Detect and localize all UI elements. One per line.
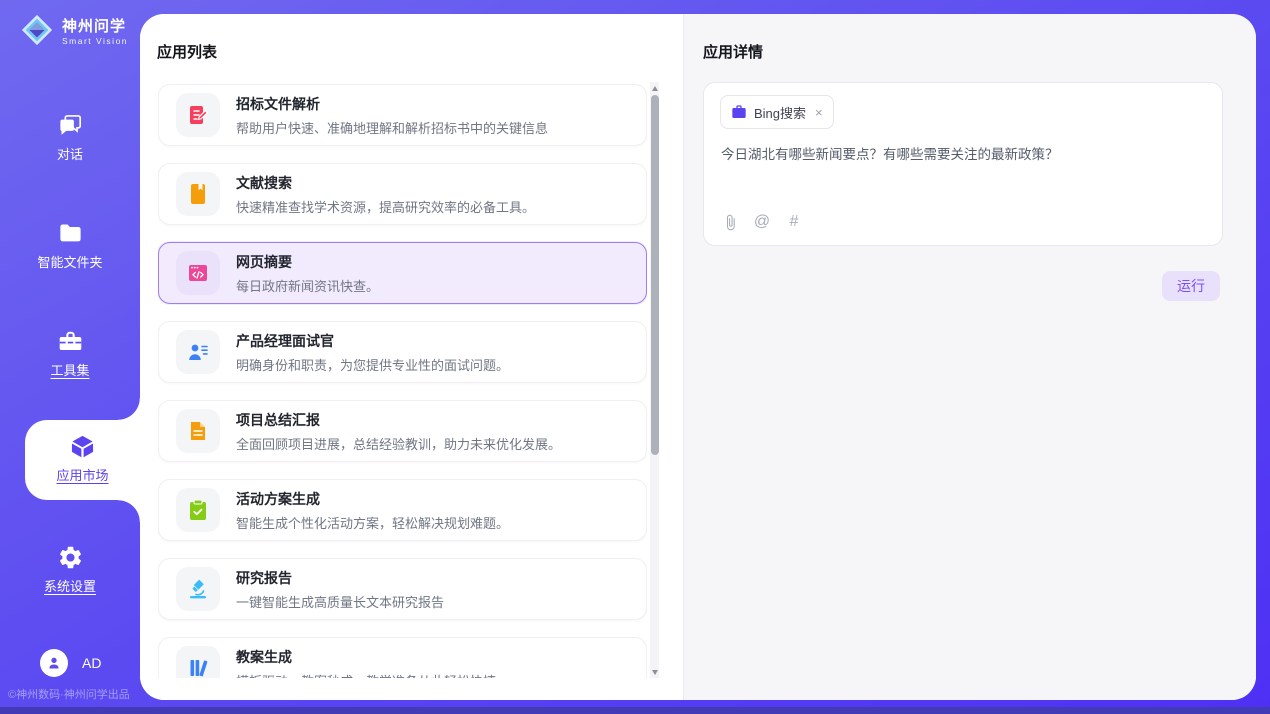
app-card-text: 网页摘要 每日政府新闻资讯快查。 bbox=[236, 252, 379, 295]
app-card-text: 研究报告 一键智能生成高质量长文本研究报告 bbox=[236, 568, 444, 611]
books-icon bbox=[186, 656, 210, 678]
bottom-bar bbox=[0, 707, 1270, 714]
clipboard-check-icon bbox=[186, 498, 210, 522]
scrollbar-thumb[interactable] bbox=[651, 95, 659, 455]
logo-subtitle: Smart Vision bbox=[62, 37, 128, 46]
close-icon[interactable]: × bbox=[815, 106, 823, 119]
user-icon bbox=[44, 653, 64, 673]
app-desc: 一键智能生成高质量长文本研究报告 bbox=[236, 592, 444, 611]
app-card-pm-interviewer[interactable]: 产品经理面试官 明确身份和职责，为您提供专业性的面试问题。 bbox=[158, 321, 647, 383]
sidebar-item-label: 工具集 bbox=[50, 363, 89, 378]
chat-icon bbox=[57, 112, 84, 139]
sidebar: 神州问学 Smart Vision 对话 智能文件夹 bbox=[0, 0, 140, 714]
browser-code-icon bbox=[186, 261, 210, 285]
run-button[interactable]: 运行 bbox=[1162, 271, 1220, 301]
app-card-bid-document-parse[interactable]: 招标文件解析 帮助用户快速、准确地理解和解析招标书中的关键信息 bbox=[158, 84, 647, 146]
app-detail-title: 应用详情 bbox=[703, 41, 763, 62]
app-card-text: 活动方案生成 智能生成个性化活动方案，轻松解决规划难题。 bbox=[236, 489, 509, 532]
user-row: AD bbox=[40, 649, 101, 677]
app-title: 产品经理面试官 bbox=[236, 331, 509, 351]
sidebar-footer: ©神州数码·神州问学出品 bbox=[8, 686, 130, 702]
user-initials: AD bbox=[82, 655, 101, 671]
app-card-text: 产品经理面试官 明确身份和职责，为您提供专业性的面试问题。 bbox=[236, 331, 509, 374]
app-desc: 快速精准查找学术资源，提高研究效率的必备工具。 bbox=[236, 197, 535, 216]
app-icon-box bbox=[176, 251, 220, 295]
app-icon-box bbox=[176, 172, 220, 216]
app-icon-box bbox=[176, 646, 220, 678]
sidebar-item-settings[interactable]: 系统设置 bbox=[0, 544, 140, 596]
document-edit-icon bbox=[186, 103, 210, 127]
microscope-icon bbox=[186, 577, 210, 601]
app-card-research-report[interactable]: 研究报告 一键智能生成高质量长文本研究报告 bbox=[158, 558, 647, 620]
scroll-down-arrow-icon[interactable] bbox=[650, 666, 659, 678]
app-title: 教案生成 bbox=[236, 647, 496, 667]
report-note-icon bbox=[186, 419, 210, 443]
prompt-input-card[interactable]: Bing搜索 × 今日湖北有哪些新闻要点？有哪些需要关注的最新政策？ @ # bbox=[703, 82, 1223, 246]
folder-icon bbox=[57, 220, 84, 247]
app-list: 招标文件解析 帮助用户快速、准确地理解和解析招标书中的关键信息 文献搜索 快速精… bbox=[158, 84, 647, 678]
app-title: 项目总结汇报 bbox=[236, 410, 561, 430]
app-card-web-summary[interactable]: 网页摘要 每日政府新闻资讯快查。 bbox=[158, 242, 647, 304]
briefcase-icon bbox=[731, 104, 747, 120]
app-desc: 智能生成个性化活动方案，轻松解决规划难题。 bbox=[236, 513, 509, 532]
app-desc: 帮助用户快速、准确地理解和解析招标书中的关键信息 bbox=[236, 118, 548, 137]
sidebar-item-label: 对话 bbox=[57, 147, 83, 162]
app-icon-box bbox=[176, 93, 220, 137]
app-icon-box bbox=[176, 330, 220, 374]
sidebar-item-chat[interactable]: 对话 bbox=[0, 112, 140, 164]
interviewer-icon bbox=[186, 340, 210, 364]
app-icon-box bbox=[176, 488, 220, 532]
paperclip-icon[interactable] bbox=[721, 213, 739, 231]
app-title: 网页摘要 bbox=[236, 252, 379, 272]
sidebar-item-toolset[interactable]: 工具集 bbox=[0, 328, 140, 380]
sidebar-item-label: 系统设置 bbox=[44, 579, 96, 594]
toolbox-icon bbox=[57, 328, 84, 355]
app-card-literature-search[interactable]: 文献搜索 快速精准查找学术资源，提高研究效率的必备工具。 bbox=[158, 163, 647, 225]
app-card-text: 教案生成 模板驱动，教案秒成，教学准备从此轻松快捷 bbox=[236, 647, 496, 679]
app-icon-box bbox=[176, 567, 220, 611]
app-icon-box bbox=[176, 409, 220, 453]
gear-icon bbox=[57, 544, 84, 571]
tool-chip-label: Bing搜索 bbox=[754, 103, 806, 122]
app-card-text: 文献搜索 快速精准查找学术资源，提高研究效率的必备工具。 bbox=[236, 173, 535, 216]
app-list-title: 应用列表 bbox=[157, 41, 217, 62]
app-list-scrollbar[interactable] bbox=[650, 82, 659, 678]
app-title: 招标文件解析 bbox=[236, 94, 548, 114]
app-title: 文献搜索 bbox=[236, 173, 535, 193]
app-card-project-summary[interactable]: 项目总结汇报 全面回顾项目进展，总结经验教训，助力未来优化发展。 bbox=[158, 400, 647, 462]
sidebar-item-smart-folder[interactable]: 智能文件夹 bbox=[0, 220, 140, 272]
sidebar-item-label: 智能文件夹 bbox=[37, 255, 102, 270]
sidebar-item-app-market[interactable]: 应用市场 bbox=[25, 420, 140, 500]
prompt-toolbar: @ # bbox=[721, 213, 803, 231]
app-title: 活动方案生成 bbox=[236, 489, 509, 509]
sidebar-item-label: 应用市场 bbox=[56, 468, 108, 483]
prompt-text[interactable]: 今日湖北有哪些新闻要点？有哪些需要关注的最新政策？ bbox=[721, 145, 1205, 165]
logo-gem-icon bbox=[20, 13, 54, 52]
book-icon bbox=[186, 182, 210, 206]
app-desc: 模板驱动，教案秒成，教学准备从此轻松快捷 bbox=[236, 671, 496, 679]
app-list-panel: 应用列表 招标文件解析 帮助用户快速、准确地理解和解析招标书中的关键信息 bbox=[140, 14, 683, 700]
app-card-text: 招标文件解析 帮助用户快速、准确地理解和解析招标书中的关键信息 bbox=[236, 94, 548, 137]
app-desc: 每日政府新闻资讯快查。 bbox=[236, 276, 379, 295]
scroll-up-arrow-icon[interactable] bbox=[650, 82, 659, 94]
tool-chip-bing-search[interactable]: Bing搜索 × bbox=[720, 95, 834, 129]
at-icon[interactable]: @ bbox=[753, 213, 771, 231]
app-desc: 明确身份和职责，为您提供专业性的面试问题。 bbox=[236, 355, 509, 374]
app-detail-panel: 应用详情 Bing搜索 × 今日湖北有哪些新闻要点？有哪些需要关注的最新政策？ bbox=[683, 14, 1256, 700]
app-card-event-plan[interactable]: 活动方案生成 智能生成个性化活动方案，轻松解决规划难题。 bbox=[158, 479, 647, 541]
cube-icon bbox=[69, 433, 96, 460]
hash-icon[interactable]: # bbox=[785, 213, 803, 231]
app-card-text: 项目总结汇报 全面回顾项目进展，总结经验教训，助力未来优化发展。 bbox=[236, 410, 561, 453]
logo-title: 神州问学 bbox=[62, 19, 128, 36]
avatar[interactable] bbox=[40, 649, 68, 677]
app-desc: 全面回顾项目进展，总结经验教训，助力未来优化发展。 bbox=[236, 434, 561, 453]
app-logo: 神州问学 Smart Vision bbox=[20, 13, 128, 52]
app-card-lesson-plan[interactable]: 教案生成 模板驱动，教案秒成，教学准备从此轻松快捷 bbox=[158, 637, 647, 678]
app-title: 研究报告 bbox=[236, 568, 444, 588]
main-content: 应用列表 招标文件解析 帮助用户快速、准确地理解和解析招标书中的关键信息 bbox=[140, 14, 1256, 700]
